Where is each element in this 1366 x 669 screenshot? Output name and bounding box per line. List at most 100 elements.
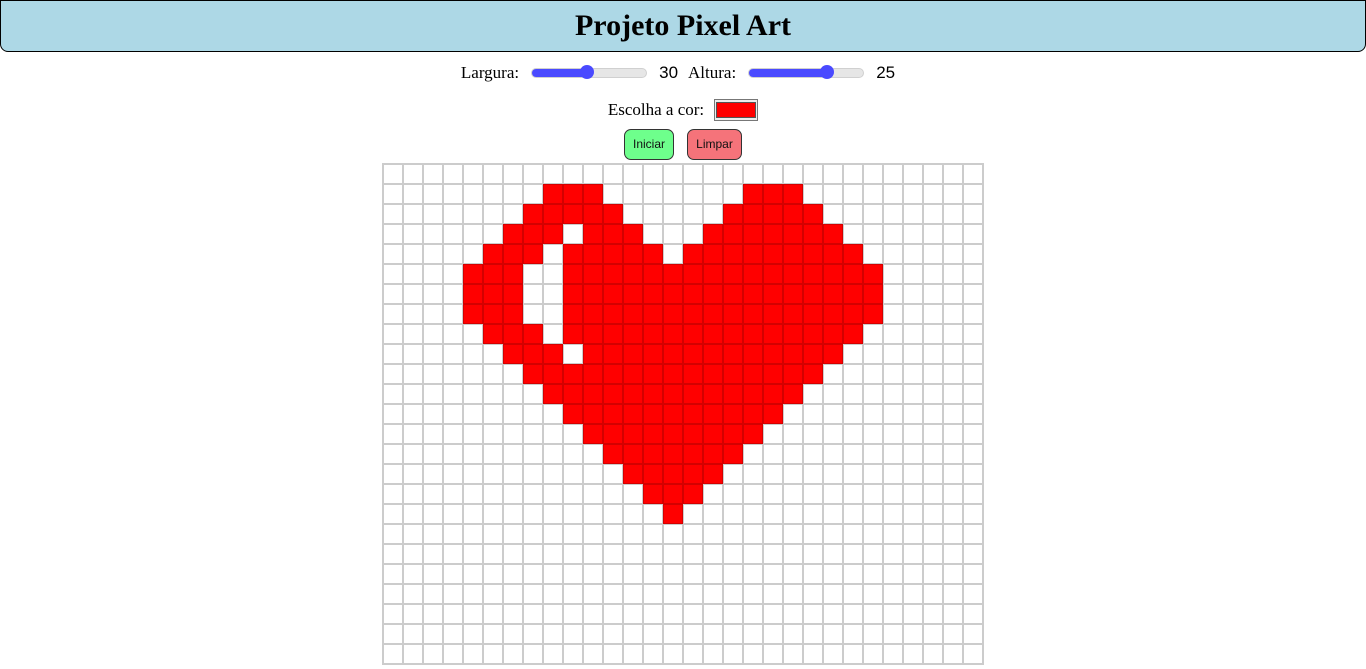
pixel-cell[interactable] [943, 304, 963, 324]
pixel-cell[interactable] [943, 244, 963, 264]
pixel-cell[interactable] [783, 304, 803, 324]
pixel-cell[interactable] [783, 404, 803, 424]
pixel-cell[interactable] [903, 444, 923, 464]
pixel-cell[interactable] [963, 504, 983, 524]
pixel-cell[interactable] [383, 384, 403, 404]
pixel-cell[interactable] [883, 404, 903, 424]
pixel-cell[interactable] [483, 484, 503, 504]
pixel-cell[interactable] [403, 224, 423, 244]
pixel-cell[interactable] [943, 464, 963, 484]
pixel-cell[interactable] [743, 644, 763, 664]
pixel-cell[interactable] [863, 264, 883, 284]
pixel-cell[interactable] [623, 604, 643, 624]
pixel-cell[interactable] [543, 564, 563, 584]
pixel-cell[interactable] [683, 504, 703, 524]
pixel-cell[interactable] [623, 624, 643, 644]
pixel-cell[interactable] [543, 604, 563, 624]
pixel-cell[interactable] [763, 484, 783, 504]
pixel-cell[interactable] [683, 644, 703, 664]
pixel-cell[interactable] [863, 564, 883, 584]
pixel-cell[interactable] [663, 644, 683, 664]
pixel-cell[interactable] [443, 504, 463, 524]
pixel-cell[interactable] [563, 284, 583, 304]
pixel-cell[interactable] [583, 304, 603, 324]
pixel-cell[interactable] [403, 184, 423, 204]
pixel-cell[interactable] [503, 344, 523, 364]
pixel-cell[interactable] [783, 224, 803, 244]
pixel-cell[interactable] [803, 224, 823, 244]
pixel-cell[interactable] [763, 264, 783, 284]
pixel-cell[interactable] [483, 404, 503, 424]
pixel-cell[interactable] [743, 384, 763, 404]
pixel-cell[interactable] [903, 604, 923, 624]
pixel-cell[interactable] [763, 564, 783, 584]
pixel-cell[interactable] [923, 384, 943, 404]
pixel-cell[interactable] [603, 584, 623, 604]
pixel-cell[interactable] [723, 204, 743, 224]
pixel-cell[interactable] [383, 504, 403, 524]
pixel-cell[interactable] [823, 284, 843, 304]
pixel-cell[interactable] [923, 344, 943, 364]
pixel-cell[interactable] [623, 384, 643, 404]
pixel-cell[interactable] [583, 544, 603, 564]
pixel-cell[interactable] [603, 624, 623, 644]
pixel-cell[interactable] [903, 384, 923, 404]
pixel-cell[interactable] [523, 624, 543, 644]
pixel-cell[interactable] [463, 544, 483, 564]
pixel-cell[interactable] [883, 224, 903, 244]
pixel-cell[interactable] [603, 544, 623, 564]
pixel-cell[interactable] [443, 204, 463, 224]
pixel-cell[interactable] [383, 404, 403, 424]
pixel-cell[interactable] [823, 244, 843, 264]
pixel-cell[interactable] [663, 284, 683, 304]
pixel-cell[interactable] [963, 604, 983, 624]
pixel-cell[interactable] [703, 624, 723, 644]
pixel-cell[interactable] [683, 204, 703, 224]
pixel-cell[interactable] [883, 544, 903, 564]
pixel-cell[interactable] [463, 564, 483, 584]
pixel-cell[interactable] [463, 384, 483, 404]
pixel-cell[interactable] [883, 184, 903, 204]
pixel-cell[interactable] [803, 444, 823, 464]
pixel-cell[interactable] [443, 644, 463, 664]
pixel-cell[interactable] [563, 504, 583, 524]
pixel-cell[interactable] [543, 164, 563, 184]
pixel-cell[interactable] [563, 584, 583, 604]
pixel-cell[interactable] [543, 584, 563, 604]
pixel-cell[interactable] [543, 184, 563, 204]
pixel-cell[interactable] [423, 544, 443, 564]
pixel-cell[interactable] [963, 404, 983, 424]
pixel-cell[interactable] [963, 424, 983, 444]
pixel-cell[interactable] [423, 284, 443, 304]
pixel-cell[interactable] [903, 504, 923, 524]
pixel-cell[interactable] [683, 464, 703, 484]
pixel-cell[interactable] [743, 464, 763, 484]
pixel-cell[interactable] [423, 264, 443, 284]
pixel-cell[interactable] [383, 604, 403, 624]
pixel-cell[interactable] [643, 584, 663, 604]
pixel-cell[interactable] [383, 364, 403, 384]
pixel-cell[interactable] [663, 564, 683, 584]
pixel-cell[interactable] [583, 184, 603, 204]
pixel-cell[interactable] [963, 484, 983, 504]
pixel-cell[interactable] [463, 324, 483, 344]
pixel-cell[interactable] [463, 264, 483, 284]
pixel-cell[interactable] [563, 204, 583, 224]
pixel-cell[interactable] [403, 404, 423, 424]
pixel-cell[interactable] [603, 504, 623, 524]
pixel-cell[interactable] [903, 424, 923, 444]
pixel-cell[interactable] [603, 224, 623, 244]
pixel-cell[interactable] [963, 464, 983, 484]
pixel-cell[interactable] [923, 244, 943, 264]
pixel-cell[interactable] [743, 564, 763, 584]
pixel-cell[interactable] [783, 204, 803, 224]
pixel-cell[interactable] [643, 644, 663, 664]
pixel-cell[interactable] [503, 504, 523, 524]
pixel-cell[interactable] [863, 484, 883, 504]
pixel-cell[interactable] [923, 184, 943, 204]
pixel-cell[interactable] [683, 384, 703, 404]
pixel-cell[interactable] [963, 584, 983, 604]
pixel-cell[interactable] [903, 524, 923, 544]
pixel-cell[interactable] [563, 344, 583, 364]
pixel-cell[interactable] [523, 464, 543, 484]
